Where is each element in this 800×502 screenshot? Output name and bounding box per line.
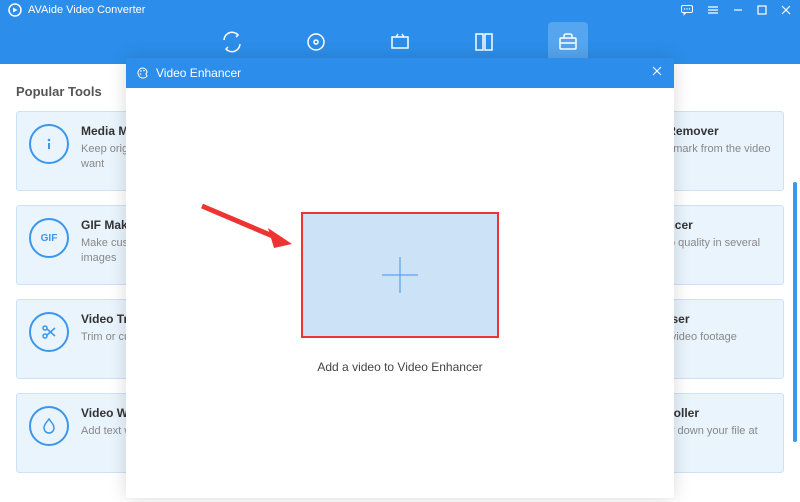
- maximize-icon[interactable]: [756, 4, 768, 16]
- scrollbar-thumb[interactable]: [793, 182, 797, 442]
- dialog-body: Add a video to Video Enhancer: [126, 88, 674, 498]
- tab-toolbox[interactable]: [548, 22, 588, 62]
- tab-mv[interactable]: [380, 22, 420, 62]
- app-logo-icon: [8, 3, 22, 17]
- scissors-icon: [29, 312, 69, 352]
- minimize-icon[interactable]: [732, 4, 744, 16]
- tab-ripper[interactable]: [296, 22, 336, 62]
- tab-converter[interactable]: [212, 22, 252, 62]
- gif-icon: GIF: [29, 218, 69, 258]
- window-controls: [680, 3, 792, 17]
- dropzone-label: Add a video to Video Enhancer: [317, 360, 482, 374]
- info-icon: [29, 124, 69, 164]
- close-icon[interactable]: [780, 4, 792, 16]
- add-video-dropzone[interactable]: [301, 212, 499, 338]
- dialog-header: Video Enhancer: [126, 58, 674, 88]
- tab-collage[interactable]: [464, 22, 504, 62]
- plus-icon: [382, 257, 418, 293]
- palette-icon: [136, 66, 150, 80]
- menu-icon[interactable]: [706, 3, 720, 17]
- titlebar: AVAide Video Converter: [0, 0, 800, 20]
- droplet-icon: [29, 406, 69, 446]
- close-icon[interactable]: [650, 64, 664, 83]
- app-title: AVAide Video Converter: [28, 4, 680, 16]
- video-enhancer-dialog: Video Enhancer Add a video to Video Enha…: [126, 58, 674, 498]
- dialog-title: Video Enhancer: [156, 66, 650, 80]
- feedback-icon[interactable]: [680, 3, 694, 17]
